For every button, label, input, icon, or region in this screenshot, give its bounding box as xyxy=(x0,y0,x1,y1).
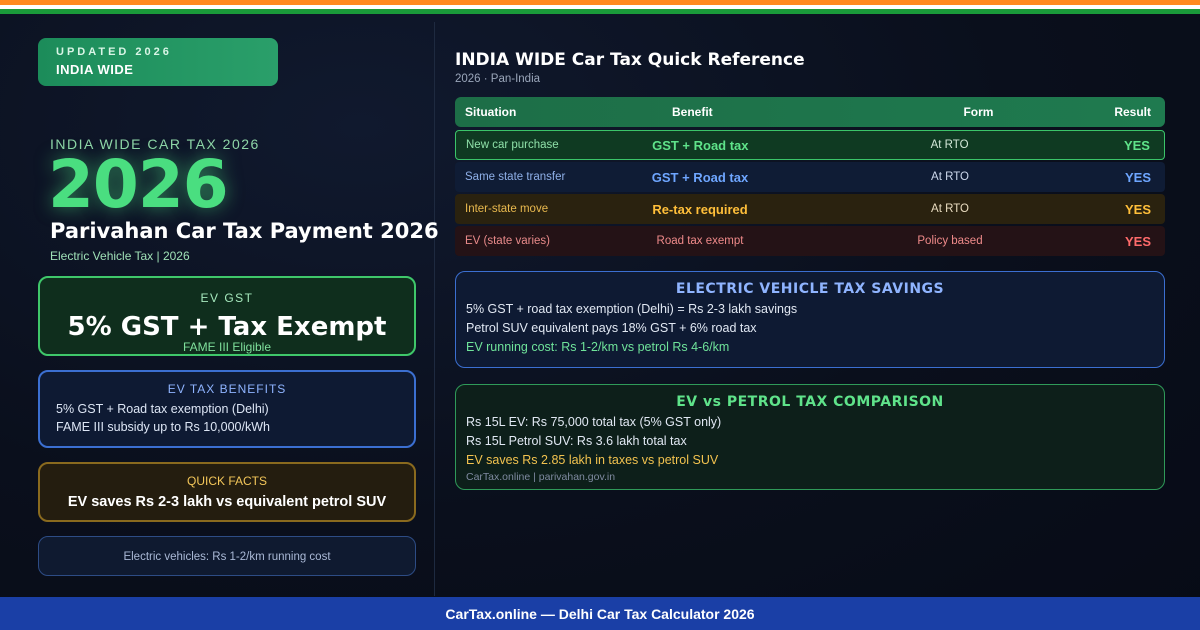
reference-subtitle: 2026 · Pan-India xyxy=(455,73,541,85)
header-result: Result xyxy=(1114,105,1151,119)
ev-gst-sub: FAME III Eligible xyxy=(182,340,272,354)
ev-tax-savings-card: ELECTRIC VEHICLE TAX SAVINGS 5% GST + ro… xyxy=(455,271,1165,368)
hero-year: 2026 xyxy=(48,146,229,223)
hero-subtitle: Electric Vehicle Tax | 2026 xyxy=(50,249,190,263)
cell-form: Policy based xyxy=(917,235,983,247)
ev-tax-benefits-card: EV TAX BENEFITS 5% GST + Road tax exempt… xyxy=(38,370,416,448)
cell-situation: Same state transfer xyxy=(465,171,566,183)
ev-gst-card: EV GST 5% GST + Tax Exempt FAME III Elig… xyxy=(38,276,416,356)
quick-facts-title: QUICK FACTS xyxy=(186,474,267,488)
cell-result: YES xyxy=(1124,201,1151,217)
ev-savings-title: ELECTRIC VEHICLE TAX SAVINGS xyxy=(675,281,945,297)
benefit-item: FAME III subsidy up to Rs 10,000/kWh xyxy=(56,420,270,434)
cell-benefit: Road tax exempt xyxy=(656,235,744,247)
ev-savings-line: Petrol SUV equivalent pays 18% GST + 6% … xyxy=(466,321,757,335)
cell-situation: New car purchase xyxy=(466,139,559,151)
reference-title: INDIA WIDE Car Tax Quick Reference xyxy=(455,50,805,70)
header-benefit: Benefit xyxy=(671,105,713,119)
table-row: Same state transfer GST + Road tax At RT… xyxy=(455,162,1165,192)
table-row: Inter-state move Re-tax required At RTO … xyxy=(455,194,1165,224)
ev-gst-value: 5% GST + Tax Exempt xyxy=(67,312,387,342)
cell-result: YES xyxy=(1123,137,1150,153)
ev-vs-petrol-card: EV vs PETROL TAX COMPARISON Rs 15L EV: R… xyxy=(455,384,1165,490)
cell-benefit: GST + Road tax xyxy=(651,169,749,185)
source-credit: CarTax.online | parivahan.gov.in xyxy=(466,471,616,483)
comparison-line: EV saves Rs 2.85 lakh in taxes vs petrol… xyxy=(466,453,719,467)
quick-facts-card: QUICK FACTS EV saves Rs 2-3 lakh vs equi… xyxy=(38,462,416,522)
updated-badge: UPDATED 2026 INDIA WIDE xyxy=(38,38,278,86)
table-row: EV (state varies) Road tax exempt Policy… xyxy=(455,226,1165,256)
green-band xyxy=(0,9,1200,14)
ev-gst-label: EV GST xyxy=(200,291,254,305)
running-cost-note: Electric vehicles: Rs 1-2/km running cos… xyxy=(38,536,416,576)
cell-result: YES xyxy=(1124,233,1151,249)
table-row: New car purchase GST + Road tax At RTO Y… xyxy=(455,130,1165,160)
comparison-line: Rs 15L Petrol SUV: Rs 3.6 lakh total tax xyxy=(466,434,687,448)
comparison-line: Rs 15L EV: Rs 75,000 total tax (5% GST o… xyxy=(466,415,722,429)
cell-benefit: GST + Road tax xyxy=(652,137,749,153)
footer-banner: CarTax.online — Delhi Car Tax Calculator… xyxy=(0,597,1200,630)
page-title: Parivahan Car Tax Payment 2026 xyxy=(50,219,439,243)
header-form: Form xyxy=(963,105,994,119)
cell-situation: Inter-state move xyxy=(465,203,549,215)
ev-savings-line: 5% GST + road tax exemption (Delhi) = Rs… xyxy=(466,302,798,316)
ev-savings-line: EV running cost: Rs 1-2/km vs petrol Rs … xyxy=(466,340,730,354)
badge-line-2: INDIA WIDE xyxy=(56,62,134,77)
tricolor-stripe xyxy=(0,0,1200,14)
reference-table: Situation Benefit Form Result New car pu… xyxy=(455,97,1165,256)
cell-form: At RTO xyxy=(931,171,969,183)
cell-result: YES xyxy=(1124,169,1151,185)
badge-line-1: UPDATED 2026 xyxy=(56,46,172,58)
table-header: Situation Benefit Form Result xyxy=(455,97,1165,127)
column-divider xyxy=(434,22,435,596)
cell-situation: EV (state varies) xyxy=(465,235,550,247)
cell-form: At RTO xyxy=(931,203,969,215)
comparison-title: EV vs PETROL TAX COMPARISON xyxy=(676,394,944,410)
cell-form: At RTO xyxy=(930,139,969,151)
header-situation: Situation xyxy=(465,105,517,119)
benefits-title: EV TAX BENEFITS xyxy=(167,382,287,396)
quick-facts-value: EV saves Rs 2-3 lakh vs equivalent petro… xyxy=(67,494,387,510)
cell-benefit: Re-tax required xyxy=(652,201,748,217)
running-cost-text: Electric vehicles: Rs 1-2/km running cos… xyxy=(123,551,331,563)
benefit-item: 5% GST + Road tax exemption (Delhi) xyxy=(56,402,269,416)
